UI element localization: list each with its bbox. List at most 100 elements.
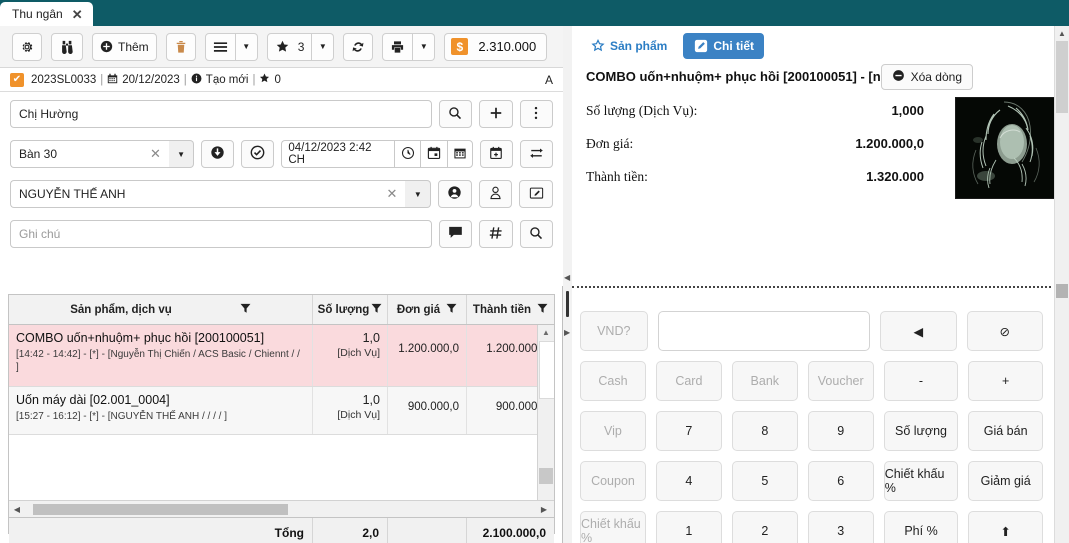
key-s-l-ng[interactable]: Số lượng bbox=[883, 411, 959, 451]
collapse-right-icon[interactable]: ▶ bbox=[564, 328, 570, 337]
tab-chi-tiet[interactable]: Chi tiết bbox=[683, 32, 765, 59]
splitter-grip[interactable] bbox=[566, 291, 569, 317]
key-7[interactable]: 7 bbox=[655, 411, 722, 451]
key-coupon[interactable]: Coupon bbox=[580, 461, 646, 501]
key-gi-m-gi[interactable]: Giảm giá bbox=[968, 461, 1043, 501]
tab-thu-ngan[interactable]: Thu ngân ✕ bbox=[0, 2, 93, 26]
kebab-menu-icon bbox=[534, 106, 538, 123]
scroll-up-icon[interactable]: ▲ bbox=[1055, 26, 1069, 40]
table-row[interactable]: Uốn máy dài [02.001_0004] [15:27 - 16:12… bbox=[9, 387, 554, 435]
key-4[interactable]: 4 bbox=[655, 461, 722, 501]
calendar-grid-icon bbox=[453, 146, 467, 163]
delete-line-button[interactable]: Xóa dòng bbox=[880, 64, 973, 90]
key-ph[interactable]: Phí % bbox=[883, 511, 959, 543]
table-download-button[interactable] bbox=[201, 140, 235, 168]
settings-button[interactable] bbox=[12, 32, 42, 61]
print-caret[interactable]: ▼ bbox=[413, 32, 436, 61]
add-button[interactable]: Thêm bbox=[92, 32, 157, 61]
note-input[interactable]: Ghi chú bbox=[10, 220, 432, 248]
print-button[interactable] bbox=[382, 32, 414, 61]
datetime-input[interactable]: 04/12/2023 2:42 CH bbox=[281, 140, 395, 168]
tab-san-pham[interactable]: Sản phẩm bbox=[580, 33, 677, 59]
key-voucher[interactable]: Voucher bbox=[807, 361, 874, 401]
clear-icon[interactable]: ✕ bbox=[381, 186, 398, 202]
note-hash-button[interactable] bbox=[479, 220, 513, 248]
favorite-button[interactable]: 3 bbox=[266, 32, 313, 61]
close-icon[interactable]: ✕ bbox=[72, 8, 83, 21]
key-9[interactable]: 9 bbox=[807, 411, 874, 451]
key-3[interactable]: 3 bbox=[807, 511, 874, 543]
key-1[interactable]: 1 bbox=[655, 511, 722, 543]
scroll-right-icon[interactable]: ▶ bbox=[536, 505, 552, 514]
scroll-thumb-bottom[interactable] bbox=[539, 468, 553, 484]
favorite-caret[interactable]: ▼ bbox=[312, 32, 335, 61]
staff-edit-button[interactable] bbox=[519, 180, 554, 208]
scroll-thumb[interactable] bbox=[1056, 41, 1068, 113]
key-card[interactable]: Card bbox=[655, 361, 722, 401]
right-pane-scrollbar[interactable]: ▲ bbox=[1054, 26, 1069, 543]
grid-vertical-scrollbar[interactable]: ▲ ▼ bbox=[537, 325, 554, 500]
scroll-left-icon[interactable]: ◀ bbox=[9, 505, 25, 514]
table-row[interactable]: COMBO uốn+nhuộm+ phục hồi [200100051] [1… bbox=[9, 325, 554, 387]
column-header-amount[interactable]: Thành tiền bbox=[467, 295, 554, 324]
staff-person-button[interactable] bbox=[438, 180, 472, 208]
key-gi-b-n[interactable]: Giá bán bbox=[968, 411, 1043, 451]
scroll-thumb-secondary[interactable] bbox=[1056, 284, 1068, 298]
key-[interactable]: + bbox=[968, 361, 1043, 401]
filter-icon[interactable] bbox=[240, 303, 251, 317]
total-money-button[interactable]: $ 2.310.000 bbox=[444, 32, 548, 61]
column-header-qty[interactable]: Số lượng bbox=[313, 295, 388, 324]
clear-icon[interactable]: ✕ bbox=[144, 146, 161, 162]
list-menu-button[interactable] bbox=[204, 32, 236, 61]
key-[interactable]: ⊘ bbox=[966, 311, 1043, 351]
staff-dropdown-caret[interactable]: ▼ bbox=[405, 180, 432, 208]
column-header-price[interactable]: Đơn giá bbox=[388, 295, 467, 324]
key-bank[interactable]: Bank bbox=[731, 361, 798, 401]
grid-body: COMBO uốn+nhuộm+ phục hồi [200100051] [1… bbox=[9, 325, 554, 500]
refresh-button[interactable] bbox=[343, 32, 374, 61]
grid-horizontal-scrollbar[interactable]: ◀ ▶ bbox=[9, 500, 554, 517]
column-header-product[interactable]: Sản phẩm, dịch vụ bbox=[9, 295, 313, 324]
staff-input[interactable]: NGUYỄN THẾ ANH ✕ bbox=[10, 180, 406, 208]
list-menu-caret[interactable]: ▼ bbox=[235, 32, 258, 61]
key-cash[interactable]: Cash bbox=[580, 361, 646, 401]
calendar-grid-button[interactable] bbox=[446, 140, 473, 168]
scroll-thumb-horizontal[interactable] bbox=[33, 504, 288, 515]
staff-user-button[interactable] bbox=[478, 180, 513, 208]
customer-add-button[interactable] bbox=[479, 100, 513, 128]
key-chi-t-kh-u[interactable]: Chiết khấu % bbox=[580, 511, 646, 543]
note-comment-button[interactable] bbox=[438, 220, 473, 248]
key-5[interactable]: 5 bbox=[731, 461, 798, 501]
date-picker-button[interactable] bbox=[420, 140, 447, 168]
filter-icon[interactable] bbox=[537, 303, 548, 317]
collapse-left-icon[interactable]: ◀ bbox=[564, 273, 570, 282]
delete-button[interactable] bbox=[165, 32, 196, 61]
swap-button[interactable] bbox=[519, 140, 553, 168]
customer-search-button[interactable] bbox=[438, 100, 473, 128]
table-dropdown-caret[interactable]: ▼ bbox=[168, 140, 195, 168]
key-chi-t-kh-u[interactable]: Chiết khấu % bbox=[883, 461, 959, 501]
key-vip[interactable]: Vip bbox=[580, 411, 646, 451]
find-button[interactable] bbox=[51, 32, 83, 61]
table-confirm-button[interactable] bbox=[241, 140, 275, 168]
key-[interactable]: - bbox=[883, 361, 959, 401]
key-2[interactable]: 2 bbox=[731, 511, 798, 543]
calendar-add-button[interactable] bbox=[479, 140, 513, 168]
key-[interactable]: ⬆ bbox=[968, 511, 1043, 543]
key-[interactable]: ◀ bbox=[880, 311, 957, 351]
customer-input[interactable]: Chị Hường bbox=[10, 100, 432, 128]
amount-input[interactable] bbox=[657, 311, 871, 351]
scroll-thumb[interactable] bbox=[539, 341, 554, 399]
key-6[interactable]: 6 bbox=[807, 461, 874, 501]
scroll-up-icon[interactable]: ▲ bbox=[538, 325, 554, 340]
note-search-button[interactable] bbox=[519, 220, 554, 248]
filter-icon[interactable] bbox=[371, 303, 382, 317]
key-8[interactable]: 8 bbox=[731, 411, 798, 451]
order-checkbox[interactable]: ✔ bbox=[10, 72, 24, 87]
table-input[interactable]: Bàn 30 ✕ bbox=[10, 140, 169, 168]
plus-circle-icon bbox=[100, 40, 113, 53]
time-picker-button[interactable] bbox=[394, 140, 421, 168]
customer-more-button[interactable] bbox=[519, 100, 554, 128]
key-vnd[interactable]: VND? bbox=[580, 311, 648, 351]
filter-icon[interactable] bbox=[446, 303, 457, 317]
